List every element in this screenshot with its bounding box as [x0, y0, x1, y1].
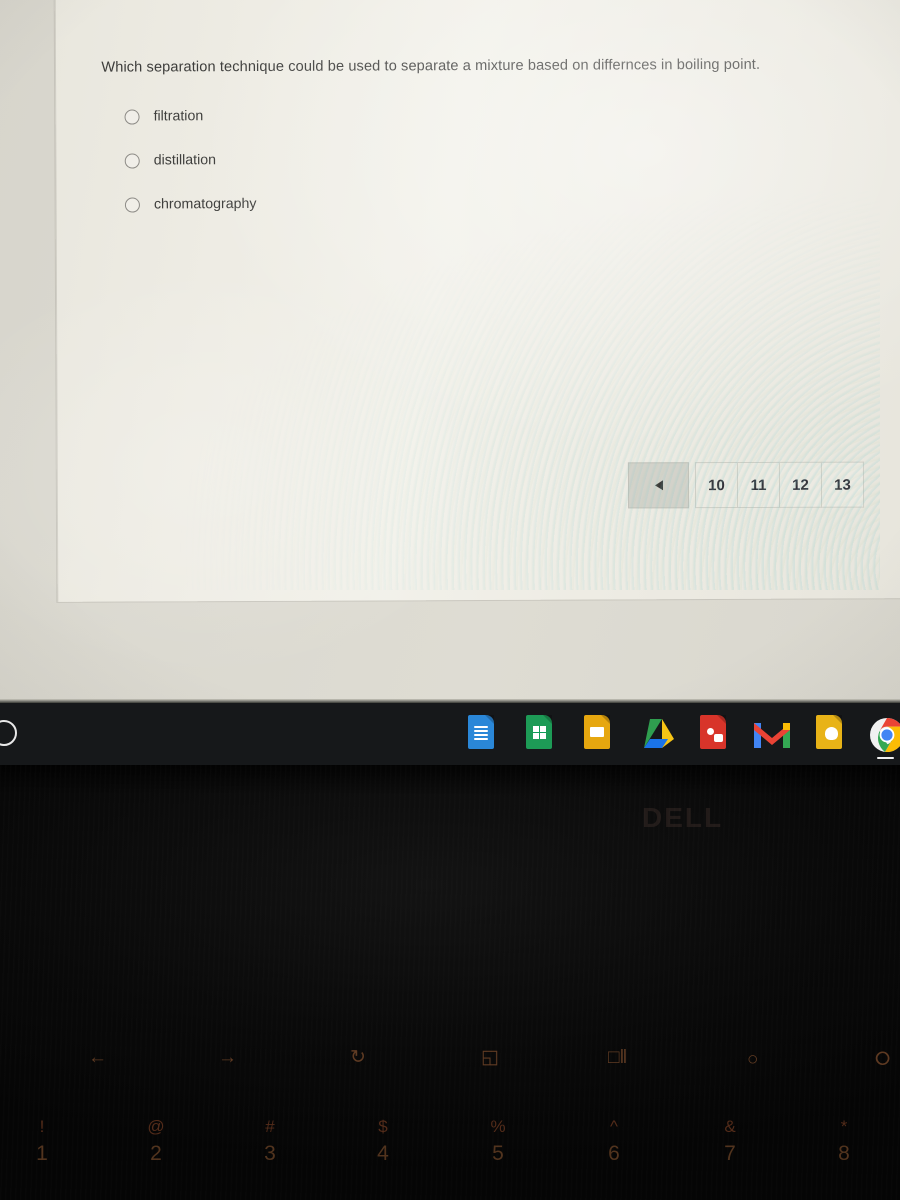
- chrome-icon: [869, 717, 900, 758]
- key-8[interactable]: * 8: [824, 1118, 864, 1164]
- gmail-icon: [754, 720, 790, 753]
- doc-lines: [474, 726, 488, 740]
- key-4[interactable]: $ 4: [363, 1118, 403, 1164]
- radio-button-icon[interactable]: [124, 153, 140, 169]
- shelf-item-google-slides[interactable]: [578, 713, 618, 755]
- forward-key[interactable]: →: [218, 1048, 237, 1067]
- page-number-button[interactable]: 12: [779, 461, 823, 508]
- shelf-item-google-drive[interactable]: [636, 713, 676, 755]
- key-5[interactable]: % 5: [478, 1118, 518, 1164]
- active-app-indicator: [877, 756, 894, 759]
- page-fold: [543, 715, 552, 724]
- pagination-control: 10 11 12 13: [627, 461, 865, 509]
- key-6[interactable]: ^ 6: [594, 1118, 634, 1164]
- option-label: chromatography: [153, 195, 257, 213]
- quiz-content-card: [54, 0, 900, 602]
- screen-bezel-edge: [0, 699, 900, 703]
- option-label: distillation: [153, 152, 217, 169]
- slide-glyph: [590, 727, 604, 737]
- option-distillation[interactable]: distillation: [124, 145, 257, 176]
- sheets-icon: [526, 715, 552, 749]
- key-2[interactable]: @ 2: [136, 1118, 176, 1164]
- page-fold: [717, 715, 726, 724]
- shelf-item-google-keep[interactable]: [810, 713, 850, 755]
- keep-icon: [816, 715, 842, 749]
- grid-glyph: [532, 726, 546, 739]
- hinge-shadow: [0, 765, 900, 795]
- brightness-up-key[interactable]: ⭘: [875, 1050, 890, 1069]
- answer-options-list: filtration distillation chromatography: [124, 101, 256, 234]
- slides-icon: [584, 715, 610, 749]
- page-fold: [601, 715, 610, 724]
- reload-key[interactable]: ↻: [350, 1048, 366, 1067]
- previous-page-button[interactable]: [627, 462, 690, 509]
- launcher-circle-icon[interactable]: [0, 720, 17, 746]
- chromeos-shelf: [0, 699, 900, 765]
- docs-icon: [468, 715, 494, 749]
- shelf-item-google-docs[interactable]: [462, 713, 502, 755]
- bulb-glyph: [825, 727, 838, 740]
- red-doc-icon: [700, 715, 726, 749]
- keyboard-number-row: ! 1 @ 2 # 3 $ 4 % 5 ^ 6 & 7 * 8: [0, 1118, 900, 1200]
- shelf-item-red-document[interactable]: [694, 713, 734, 755]
- key-7[interactable]: & 7: [710, 1118, 750, 1164]
- laptop-screen: Which separation technique could be used…: [0, 0, 900, 703]
- page-number-button[interactable]: 10: [694, 462, 739, 509]
- drive-icon: [638, 719, 674, 749]
- shelf-item-google-sheets[interactable]: [520, 713, 560, 755]
- triangle-left-icon: [654, 480, 663, 491]
- option-chromatography[interactable]: chromatography: [124, 189, 257, 220]
- photograph-of-chromebook: Which separation technique could be used…: [0, 0, 900, 1200]
- radio-button-icon[interactable]: [124, 197, 140, 213]
- page-fold: [833, 715, 842, 724]
- page-fold: [485, 715, 494, 724]
- back-key[interactable]: ←: [88, 1048, 107, 1067]
- option-filtration[interactable]: filtration: [124, 101, 256, 132]
- keyboard-function-row: ← → ↻ ◱ □‖ ○ ⭘: [0, 1040, 900, 1088]
- shelf-item-gmail[interactable]: [752, 713, 792, 755]
- shelf-item-google-chrome[interactable]: [868, 713, 900, 759]
- overview-key[interactable]: □‖: [608, 1048, 627, 1067]
- option-label: filtration: [153, 108, 204, 125]
- key-3[interactable]: # 3: [250, 1118, 290, 1164]
- radio-button-icon[interactable]: [124, 109, 140, 125]
- dell-brand-logo: DELL: [642, 802, 724, 833]
- page-number-list: 10 11 12 13: [694, 461, 865, 509]
- fullscreen-key[interactable]: ◱: [481, 1048, 499, 1067]
- brightness-down-key[interactable]: ○: [747, 1050, 758, 1069]
- key-1[interactable]: ! 1: [22, 1118, 62, 1164]
- shelf-app-icons: [462, 713, 900, 759]
- page-number-button[interactable]: 11: [737, 461, 781, 509]
- page-number-button[interactable]: 13: [821, 461, 865, 508]
